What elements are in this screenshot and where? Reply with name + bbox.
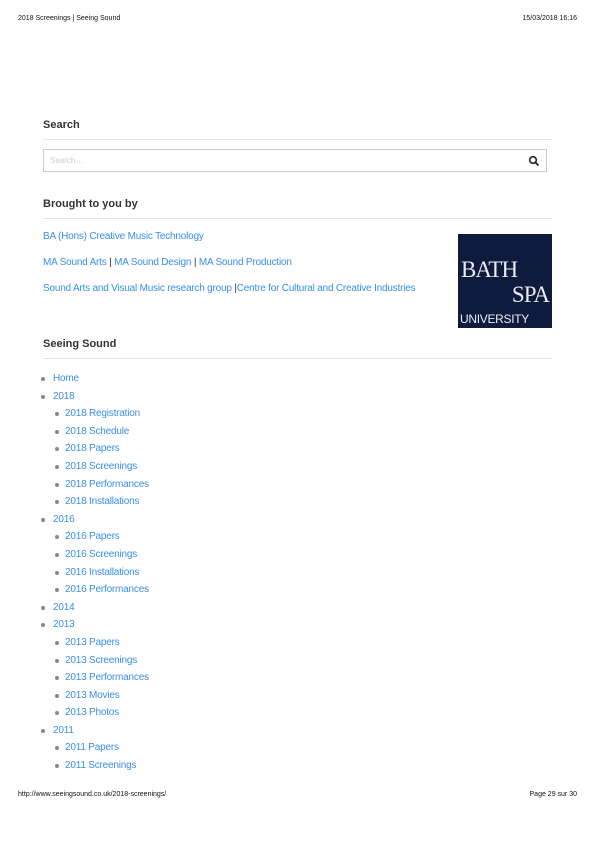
brought-body: BA (Hons) Creative Music Technology MA S… (43, 231, 552, 331)
separator: | (109, 257, 112, 268)
nav-subitem: 2018 Papers (54, 440, 552, 458)
nav-link-2018[interactable]: 2018 (53, 391, 75, 402)
pdf-header-title: 2018 Screenings | Seeing Sound (18, 15, 121, 22)
nav-link-2018-installations[interactable]: 2018 Installations (65, 496, 139, 507)
nav-link-2013-screenings[interactable]: 2013 Screenings (65, 655, 137, 666)
nav-link-2018-schedule[interactable]: 2018 Schedule (65, 426, 129, 437)
nav-subitem: 2013 Performances (54, 669, 552, 687)
nav-subitem: 2013 Screenings (54, 652, 552, 670)
bath-spa-university-logo[interactable]: BATH SPA UNIVERSITY (458, 234, 552, 328)
seeing-sound-section: Seeing Sound Home 2018 2018 Registration 20… (41, 338, 552, 775)
nav-link-2016-screenings[interactable]: 2016 Screenings (65, 549, 137, 560)
nav-subitem: 2016 Papers (54, 528, 552, 546)
nav-subitem: 2018 Schedule (54, 423, 552, 441)
nav-item: 2013 2013 Papers 2013 Screenings 2013 Perfo… (41, 616, 552, 722)
nav-item: 2018 2018 Registration 2018 Schedule 2018 P… (41, 388, 552, 511)
pdf-header: 2018 Screenings | Seeing Sound 15/03/201… (18, 15, 577, 22)
pdf-header-datetime: 15/03/2018 16:16 (522, 15, 578, 22)
nav-link-2018-papers[interactable]: 2018 Papers (65, 443, 120, 454)
logo-text-bath: BATH (461, 257, 518, 282)
nav-link-2014[interactable]: 2014 (53, 602, 75, 613)
nav-link-2011-papers[interactable]: 2011 Papers (65, 742, 119, 753)
search-input[interactable] (44, 150, 520, 171)
nav-subitem: 2013 Photos (54, 704, 552, 722)
nav-item: 2016 2016 Papers 2016 Screenings 2016 Insta… (41, 511, 552, 599)
nav-subitem: 2013 Movies (54, 687, 552, 705)
nav-sublist: 2016 Papers 2016 Screenings 2016 Installat… (53, 528, 552, 598)
link-research-group[interactable]: Sound Arts and Visual Music research gro… (43, 283, 232, 294)
nav-item: 2014 (41, 599, 552, 617)
pdf-footer: http://www.seeingsound.co.uk/2018-screen… (18, 791, 577, 798)
brought-to-you-section: Brought to you by BA (Hons) Creative Mus… (43, 198, 552, 331)
nav-link-2013-movies[interactable]: 2013 Movies (65, 690, 120, 701)
sidebar-content: Search Brought to you by BA (Hons) Creat… (41, 119, 552, 775)
nav-link-2016[interactable]: 2016 (53, 514, 75, 525)
nav-subitem: 2011 Screenings (54, 757, 552, 775)
link-cultural-creative-industries[interactable]: Centre for Cultural and Creative Industr… (237, 283, 416, 294)
nav-subitem: 2018 Screenings (54, 458, 552, 476)
nav-subitem: 2018 Registration (54, 405, 552, 423)
nav-subitem: 2011 Papers (54, 739, 552, 757)
nav-subitem: 2018 Performances (54, 476, 552, 494)
separator: | (193, 257, 197, 268)
nav-subitem: 2018 Installations (54, 493, 552, 511)
nav-subitem: 2016 Screenings (54, 546, 552, 564)
nav-link-home[interactable]: Home (53, 373, 79, 384)
nav-link-2013-photos[interactable]: 2013 Photos (65, 707, 119, 718)
nav-subitem: 2016 Performances (54, 581, 552, 599)
search-widget-title: Search (43, 119, 552, 140)
link-ma-sound-arts[interactable]: MA Sound Arts (43, 257, 107, 268)
nav-link-2011[interactable]: 2011 (53, 725, 74, 736)
link-ba-creative-music-technology[interactable]: BA (Hons) Creative Music Technology (43, 231, 204, 242)
nav-link-2018-performances[interactable]: 2018 Performances (65, 479, 149, 490)
link-ma-sound-design[interactable]: MA Sound Design (114, 257, 191, 268)
pdf-footer-url: http://www.seeingsound.co.uk/2018-screen… (18, 791, 167, 798)
nav-widget-title: Seeing Sound (43, 338, 552, 359)
nav-link-2013[interactable]: 2013 (53, 619, 75, 630)
nav-subitem: 2016 Installations (54, 564, 552, 582)
nav-link-2018-registration[interactable]: 2018 Registration (65, 408, 140, 419)
nav-link-2013-papers[interactable]: 2013 Papers (65, 637, 120, 648)
nav-sublist: 2013 Papers 2013 Screenings 2013 Performan… (53, 634, 552, 722)
nav-link-2011-screenings[interactable]: 2011 Screenings (65, 760, 137, 771)
nav-link-2016-installations[interactable]: 2016 Installations (65, 567, 139, 578)
logo-text-spa: SPA (511, 282, 550, 307)
nav-sublist: 2011 Papers 2011 Screenings (53, 739, 552, 774)
nav-item: 2011 2011 Papers 2011 Screenings (41, 722, 552, 775)
brought-widget-title: Brought to you by (43, 198, 552, 219)
nav-item: Home (41, 370, 552, 388)
nav-list: Home 2018 2018 Registration 2018 Schedule 20… (41, 370, 552, 775)
nav-sublist: 2018 Registration 2018 Schedule 2018 Paper… (53, 405, 552, 511)
logo-text-university: UNIVERSITY (460, 312, 530, 326)
nav-link-2016-papers[interactable]: 2016 Papers (65, 531, 120, 542)
nav-link-2016-performances[interactable]: 2016 Performances (65, 584, 149, 595)
link-ma-sound-production[interactable]: MA Sound Production (199, 257, 292, 268)
nav-link-2013-performances[interactable]: 2013 Performances (65, 672, 149, 683)
nav-link-2018-screenings[interactable]: 2018 Screenings (65, 461, 137, 472)
search-form (43, 149, 547, 172)
search-icon[interactable] (528, 154, 540, 166)
nav-subitem: 2013 Papers (54, 634, 552, 652)
pdf-footer-page: Page 29 sur 30 (529, 791, 577, 798)
